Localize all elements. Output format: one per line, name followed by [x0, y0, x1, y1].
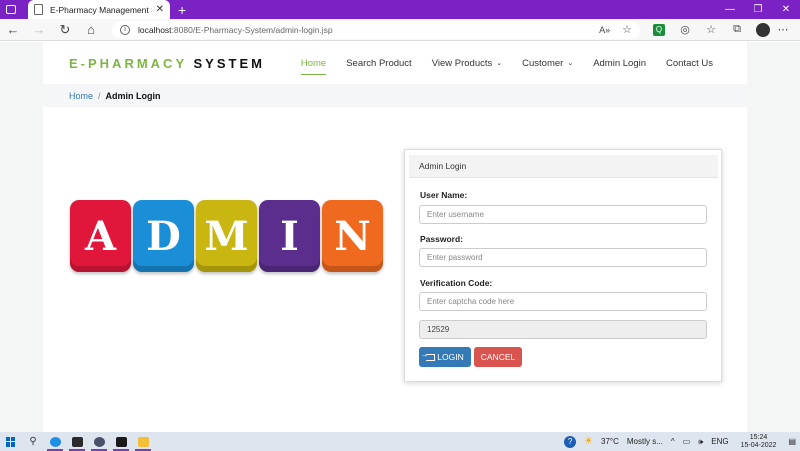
- taskbar-edge[interactable]: [44, 432, 66, 451]
- username-label: User Name:: [420, 190, 468, 200]
- toolbar-icons: Q ◎ ☆ ⧉ ⋯: [646, 22, 796, 37]
- site-header: E-PHARMACY SYSTEM Home Search Product Vi…: [43, 42, 747, 84]
- logo-tile: I: [259, 200, 320, 272]
- login-panel-title: Admin Login: [409, 155, 718, 178]
- windows-logo-icon: [6, 436, 16, 447]
- weather-text[interactable]: Mostly s...: [627, 437, 663, 446]
- login-button[interactable]: LOGIN: [419, 347, 471, 367]
- breadcrumb-home-link[interactable]: Home: [69, 91, 93, 101]
- search-icon[interactable]: ⚲: [22, 436, 44, 447]
- favorite-star-icon[interactable]: ☆: [622, 23, 632, 36]
- logo-tile: N: [322, 200, 383, 272]
- clock[interactable]: 15:24 15-04-2022: [741, 434, 777, 450]
- nav-admin-login[interactable]: Admin Login: [593, 42, 646, 84]
- extension-icon[interactable]: Q: [653, 23, 665, 36]
- site-info-icon[interactable]: i: [120, 24, 130, 35]
- nav-view-products-label: View Products: [431, 57, 493, 69]
- more-menu-icon[interactable]: ⋯: [770, 23, 796, 36]
- language-indicator[interactable]: ENG: [711, 437, 728, 446]
- username-input[interactable]: [419, 205, 707, 224]
- forward-icon[interactable]: →: [26, 19, 52, 41]
- favorites-icon[interactable]: ☆: [698, 23, 724, 36]
- logo-tile: A: [70, 200, 131, 272]
- breadcrumb-separator: /: [98, 90, 101, 101]
- close-window-button[interactable]: ✕: [772, 0, 800, 19]
- address-toolbar: ← → ↻ ⌂ i localhost:8080/E-Pharmacy-Syst…: [0, 19, 800, 41]
- chevron-down-icon: ⌄: [496, 60, 503, 67]
- captcha-input[interactable]: [419, 292, 707, 311]
- logo-tile: M: [196, 200, 257, 272]
- restore-button[interactable]: ❐: [744, 0, 772, 19]
- minimize-button[interactable]: —: [716, 0, 744, 19]
- url-path: :8080/E-Pharmacy-System/admin-login.jsp: [171, 24, 333, 35]
- new-tab-button[interactable]: +: [178, 2, 186, 18]
- edge-icon: [49, 436, 61, 447]
- page-favicon-icon: [34, 4, 43, 15]
- clock-time: 15:24: [749, 433, 768, 441]
- admin-logo: A D M I N: [70, 200, 383, 272]
- taskbar-terminal[interactable]: [66, 432, 88, 451]
- terminal-icon: [71, 436, 83, 447]
- tab-close-icon[interactable]: ✕: [156, 4, 164, 15]
- nav-search-product[interactable]: Search Product: [346, 42, 411, 84]
- breadcrumb: Home / Admin Login: [43, 84, 747, 107]
- url-field[interactable]: i localhost:8080/E-Pharmacy-System/admin…: [112, 20, 640, 39]
- page-container: E-PHARMACY SYSTEM Home Search Product Vi…: [43, 42, 747, 432]
- battery-icon[interactable]: ▭: [683, 437, 691, 446]
- profile-avatar-icon[interactable]: [756, 22, 770, 37]
- start-button[interactable]: [0, 436, 22, 447]
- browser-tab-bar: E-Pharmacy Management Syste ✕ + — ❐ ✕: [0, 0, 800, 19]
- brand-part-2: SYSTEM: [193, 56, 265, 71]
- tab-title: E-Pharmacy Management Syste: [50, 4, 152, 15]
- brand-part-1: E-PHARMACY: [69, 56, 187, 71]
- taskbar-cmd[interactable]: [110, 432, 132, 451]
- weather-temperature[interactable]: 37°C: [601, 437, 619, 446]
- refresh-icon[interactable]: ↻: [52, 19, 78, 41]
- chevron-down-icon: ⌄: [567, 60, 574, 67]
- password-label: Password:: [420, 234, 463, 244]
- taskbar-app[interactable]: [88, 432, 110, 451]
- browser-essentials-icon[interactable]: ◎: [672, 23, 698, 36]
- nav-home[interactable]: Home: [300, 42, 327, 84]
- nav-view-products[interactable]: View Products ⌄: [432, 42, 502, 84]
- breadcrumb-current: Admin Login: [105, 90, 161, 101]
- url-host: localhost: [138, 24, 172, 35]
- login-button-label: LOGIN: [437, 352, 464, 362]
- main-nav: Home Search Product View Products ⌄ Custo…: [281, 42, 713, 84]
- site-brand[interactable]: E-PHARMACY SYSTEM: [69, 56, 265, 71]
- help-icon[interactable]: ?: [564, 435, 577, 448]
- password-input[interactable]: [419, 248, 707, 267]
- browser-tab[interactable]: E-Pharmacy Management Syste ✕: [28, 0, 170, 19]
- nav-customer-label: Customer: [522, 57, 564, 69]
- cmd-icon: [115, 436, 127, 447]
- notification-icon[interactable]: ▤: [788, 437, 796, 446]
- collections-icon[interactable]: ⧉: [724, 23, 750, 36]
- back-icon[interactable]: ←: [0, 19, 26, 41]
- weather-icon[interactable]: ☀: [584, 436, 593, 447]
- chevron-up-icon[interactable]: ^: [671, 437, 675, 446]
- app-icon: [93, 436, 105, 447]
- tab-actions-icon[interactable]: [0, 0, 22, 19]
- cancel-button[interactable]: CANCEL: [474, 347, 522, 367]
- home-icon[interactable]: ⌂: [78, 19, 104, 41]
- sign-in-icon: [420, 350, 436, 361]
- window-controls: — ❐ ✕: [716, 0, 800, 19]
- folder-icon: [137, 436, 149, 447]
- nav-customer[interactable]: Customer ⌄: [522, 42, 573, 84]
- system-tray: ? ☀ 37°C Mostly s... ^ ▭ 🕪 ENG 15:24 15-…: [560, 432, 800, 451]
- os-taskbar: ⚲ ? ☀ 37°C Mostly s... ^ ▭ 🕪 ENG 15:24 1…: [0, 432, 800, 451]
- read-aloud-icon[interactable]: A»: [599, 25, 610, 35]
- captcha-label: Verification Code:: [420, 278, 493, 288]
- page-background: E-PHARMACY SYSTEM Home Search Product Vi…: [0, 42, 800, 432]
- speaker-icon[interactable]: 🕪: [698, 437, 703, 447]
- clock-date: 15-04-2022: [740, 441, 777, 449]
- login-panel: Admin Login User Name: Password: Verific…: [404, 149, 722, 382]
- captcha-code-field: [419, 320, 707, 339]
- nav-contact-us[interactable]: Contact Us: [666, 42, 713, 84]
- taskbar-explorer[interactable]: [132, 432, 154, 451]
- logo-tile: D: [133, 200, 194, 272]
